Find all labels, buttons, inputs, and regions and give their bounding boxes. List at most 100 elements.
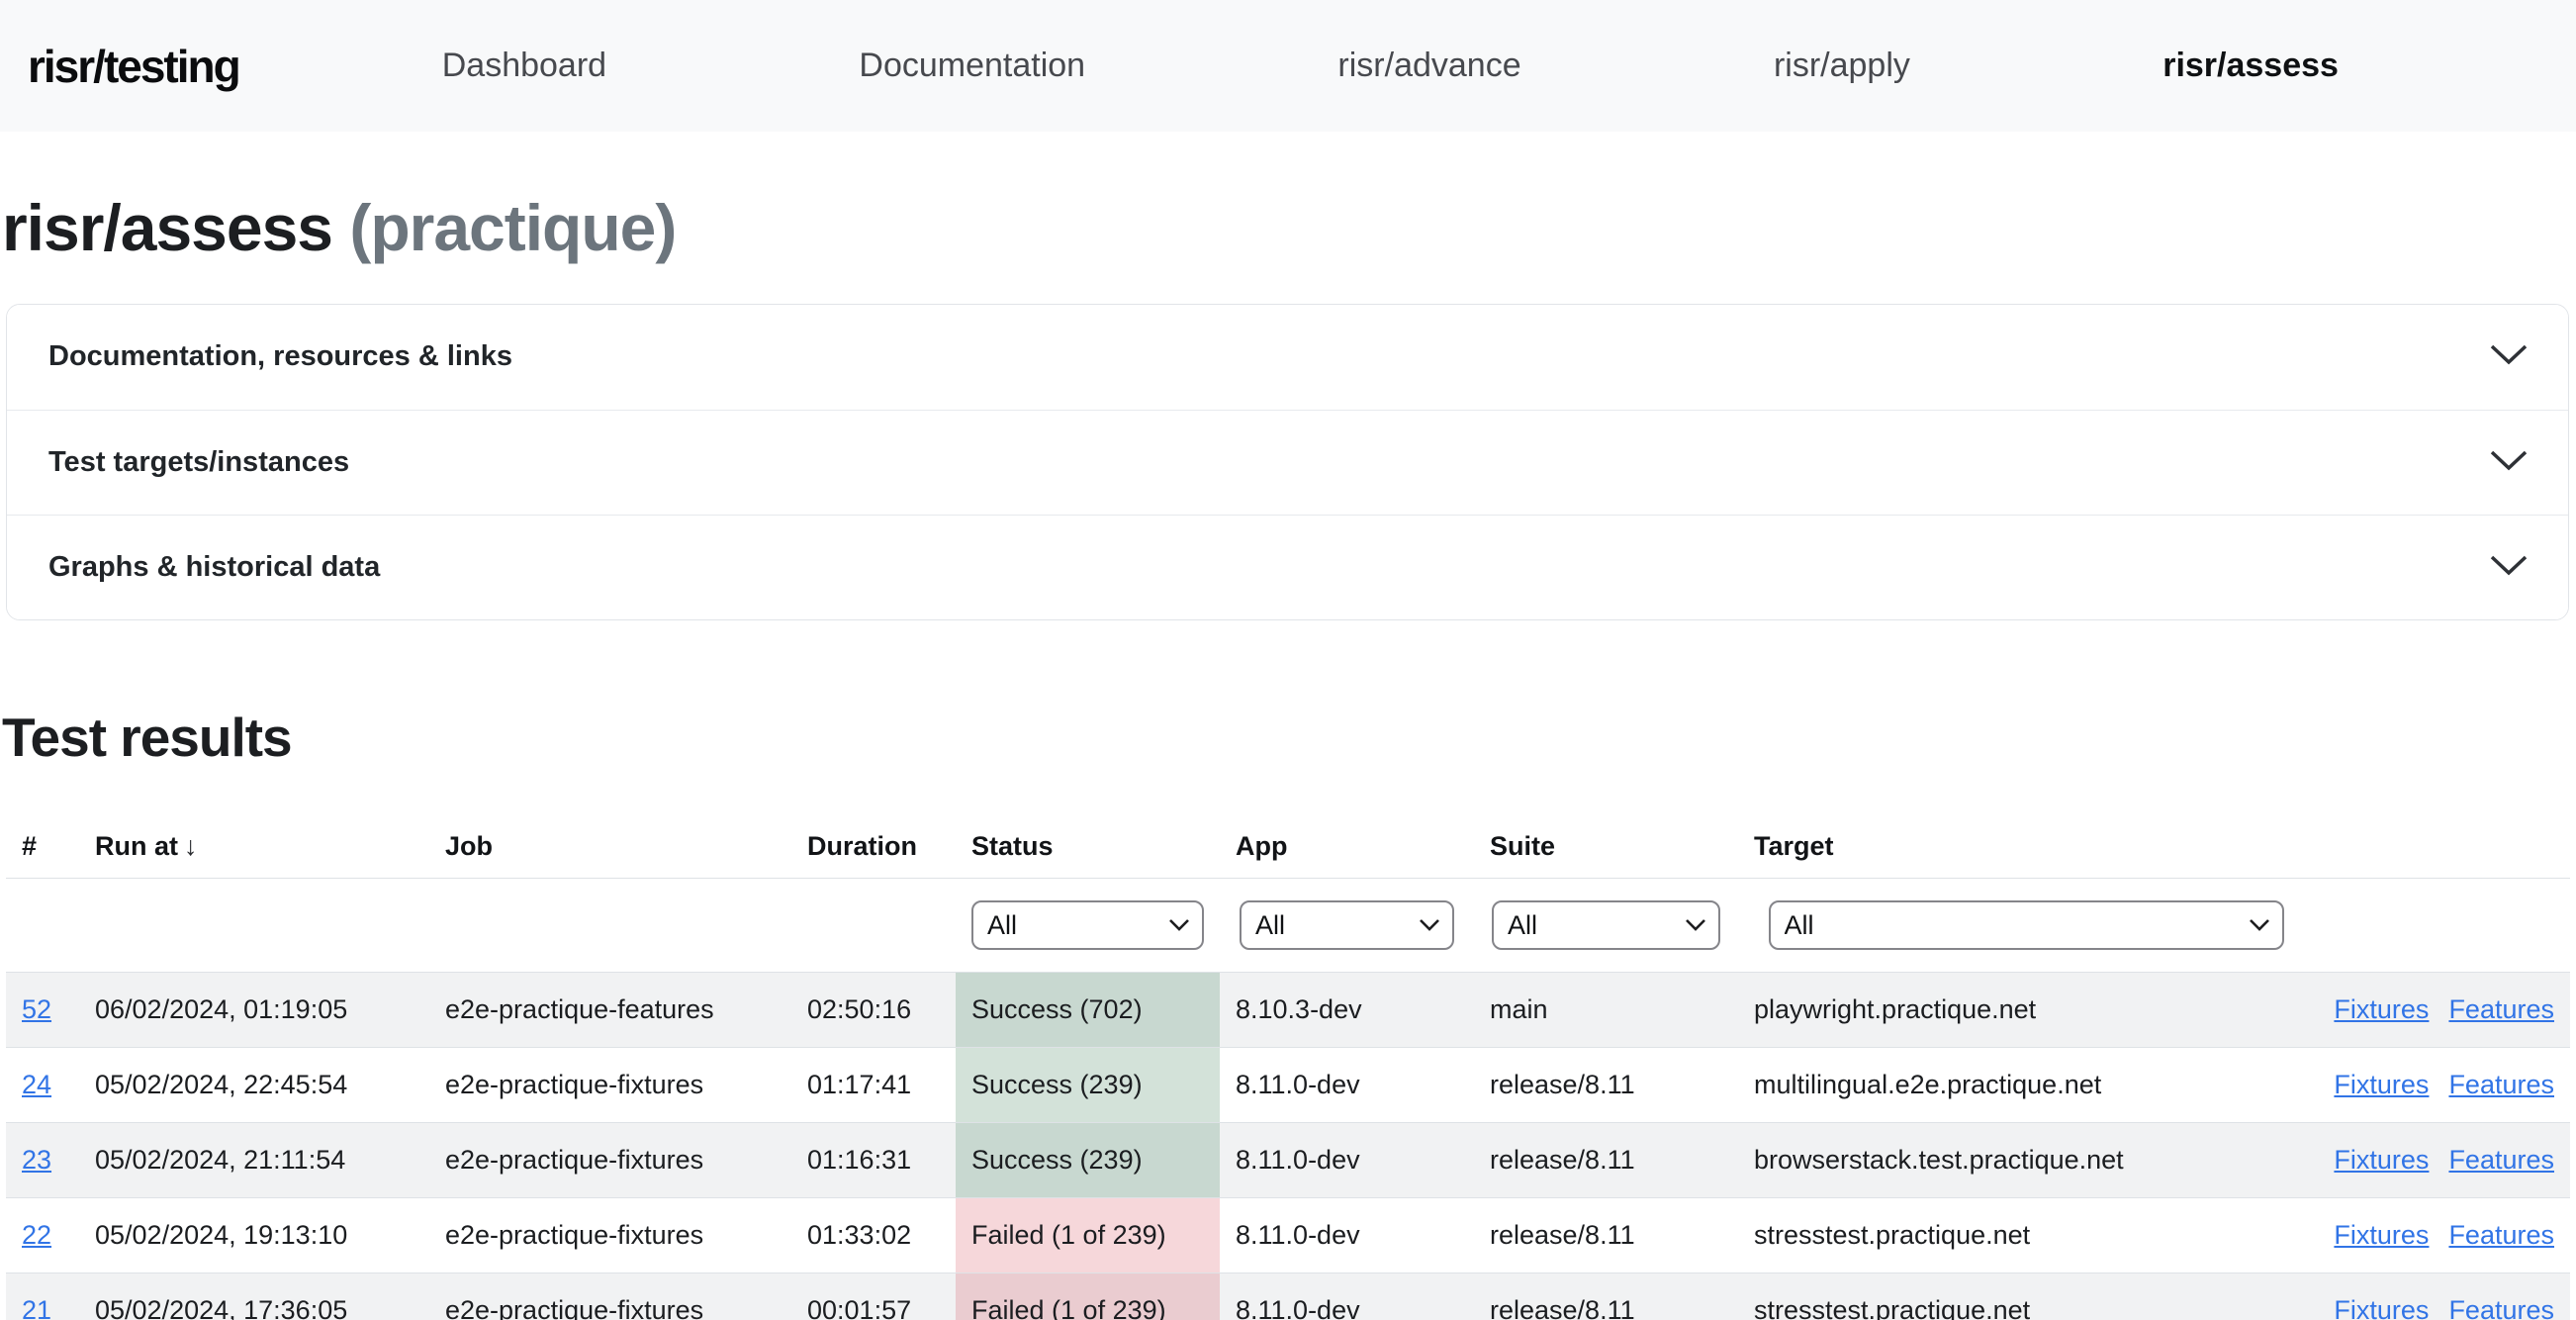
status-badge: Failed (1 of 239) xyxy=(956,1197,1220,1273)
job-cell: e2e-practique-features xyxy=(429,972,791,1047)
run-at-cell: 05/02/2024, 21:11:54 xyxy=(79,1122,429,1197)
table-row: 24 05/02/2024, 22:45:54 e2e-practique-fi… xyxy=(6,1047,2570,1122)
fixtures-link[interactable]: Fixtures xyxy=(2334,1070,2429,1099)
job-cell: e2e-practique-fixtures xyxy=(429,1273,791,1320)
features-link[interactable]: Features xyxy=(2448,1295,2554,1320)
accordion-item-documentation-resources-links[interactable]: Documentation, resources & links xyxy=(7,305,2568,410)
table-header-row: # Run at↓ Job Duration Status App Suite … xyxy=(6,770,2570,879)
run-at-cell: 05/02/2024, 22:45:54 xyxy=(79,1047,429,1122)
suite-cell: release/8.11 xyxy=(1474,1047,1738,1122)
suite-filter-select[interactable]: All xyxy=(1492,900,1720,950)
row-links: Fixtures Features xyxy=(2314,1273,2570,1320)
fixtures-link[interactable]: Fixtures xyxy=(2334,1220,2429,1250)
features-link[interactable]: Features xyxy=(2448,1220,2554,1250)
app-cell: 8.11.0-dev xyxy=(1220,1047,1474,1122)
status-badge: Success (239) xyxy=(956,1047,1220,1122)
accordion-item-test-targets-instances[interactable]: Test targets/instances xyxy=(7,410,2568,515)
status-badge: Success (702) xyxy=(956,972,1220,1047)
target-cell: playwright.practique.net xyxy=(1738,972,2314,1047)
chevron-down-icon xyxy=(2489,342,2529,371)
run-number-link[interactable]: 23 xyxy=(22,1145,51,1175)
col-header-job[interactable]: Job xyxy=(429,770,791,879)
results-table: # Run at↓ Job Duration Status App Suite … xyxy=(6,770,2570,1320)
nav-item-risr-assess[interactable]: risr/assess xyxy=(2162,47,2339,85)
target-filter-select[interactable]: All xyxy=(1769,900,2284,950)
col-header-run-at[interactable]: Run at↓ xyxy=(79,770,429,879)
app-cell: 8.11.0-dev xyxy=(1220,1197,1474,1273)
suite-cell: release/8.11 xyxy=(1474,1273,1738,1320)
row-links: Fixtures Features xyxy=(2314,1197,2570,1273)
app-cell: 8.11.0-dev xyxy=(1220,1122,1474,1197)
accordion-item-graphs-historical-data[interactable]: Graphs & historical data xyxy=(7,515,2568,619)
status-badge: Failed (1 of 239) xyxy=(956,1273,1220,1320)
col-header-links xyxy=(2314,770,2570,879)
duration-cell: 01:17:41 xyxy=(791,1047,956,1122)
chevron-down-icon xyxy=(2489,448,2529,477)
target-cell: multilingual.e2e.practique.net xyxy=(1738,1047,2314,1122)
page-title-subtitle: (practique) xyxy=(349,191,676,264)
app-cell: 8.10.3-dev xyxy=(1220,972,1474,1047)
status-badge: Success (239) xyxy=(956,1122,1220,1197)
navbar-brand[interactable]: risr/testing xyxy=(28,40,239,93)
job-cell: e2e-practique-fixtures xyxy=(429,1122,791,1197)
run-number-link[interactable]: 21 xyxy=(22,1295,51,1320)
row-links: Fixtures Features xyxy=(2314,1122,2570,1197)
run-at-cell: 05/02/2024, 19:13:10 xyxy=(79,1197,429,1273)
navbar: risr/testing Dashboard Documentation ris… xyxy=(0,0,2576,132)
col-header-status[interactable]: Status xyxy=(956,770,1220,879)
features-link[interactable]: Features xyxy=(2448,994,2554,1024)
col-header-target[interactable]: Target xyxy=(1738,770,2314,879)
nav-item-dashboard[interactable]: Dashboard xyxy=(442,47,606,85)
fixtures-link[interactable]: Fixtures xyxy=(2334,1295,2429,1320)
row-links: Fixtures Features xyxy=(2314,1047,2570,1122)
app-cell: 8.11.0-dev xyxy=(1220,1273,1474,1320)
col-header-app[interactable]: App xyxy=(1220,770,1474,879)
duration-cell: 01:33:02 xyxy=(791,1197,956,1273)
row-links: Fixtures Features xyxy=(2314,972,2570,1047)
page-title: risr/assess (practique) xyxy=(2,187,2576,269)
accordion: Documentation, resources & links Test ta… xyxy=(6,304,2569,620)
fixtures-link[interactable]: Fixtures xyxy=(2334,1145,2429,1175)
col-header-suite[interactable]: Suite xyxy=(1474,770,1738,879)
run-number-link[interactable]: 24 xyxy=(22,1070,51,1099)
col-header-duration[interactable]: Duration xyxy=(791,770,956,879)
col-header-num: # xyxy=(6,770,79,879)
chevron-down-icon xyxy=(2489,553,2529,582)
status-filter-select[interactable]: All xyxy=(971,900,1204,950)
col-header-run-at-label: Run at xyxy=(95,831,178,861)
target-cell: stresstest.practique.net xyxy=(1738,1273,2314,1320)
accordion-item-label: Documentation, resources & links xyxy=(48,340,2489,373)
job-cell: e2e-practique-fixtures xyxy=(429,1047,791,1122)
duration-cell: 02:50:16 xyxy=(791,972,956,1047)
table-row: 52 06/02/2024, 01:19:05 e2e-practique-fe… xyxy=(6,972,2570,1047)
run-number-link[interactable]: 52 xyxy=(22,994,51,1024)
nav-item-risr-apply[interactable]: risr/apply xyxy=(1774,47,1910,85)
run-at-cell: 05/02/2024, 17:36:05 xyxy=(79,1273,429,1320)
main-content: risr/assess (practique) Documentation, r… xyxy=(0,187,2576,1320)
table-row: 23 05/02/2024, 21:11:54 e2e-practique-fi… xyxy=(6,1122,2570,1197)
table-row: 21 05/02/2024, 17:36:05 e2e-practique-fi… xyxy=(6,1273,2570,1320)
suite-cell: release/8.11 xyxy=(1474,1122,1738,1197)
nav-item-risr-advance[interactable]: risr/advance xyxy=(1337,47,1520,85)
table-filter-row: All All All xyxy=(6,878,2570,972)
duration-cell: 00:01:57 xyxy=(791,1273,956,1320)
sort-descending-icon: ↓ xyxy=(184,831,198,861)
job-cell: e2e-practique-fixtures xyxy=(429,1197,791,1273)
features-link[interactable]: Features xyxy=(2448,1070,2554,1099)
run-at-cell: 06/02/2024, 01:19:05 xyxy=(79,972,429,1047)
fixtures-link[interactable]: Fixtures xyxy=(2334,994,2429,1024)
nav-item-documentation[interactable]: Documentation xyxy=(859,47,1085,85)
accordion-item-label: Test targets/instances xyxy=(48,446,2489,479)
features-link[interactable]: Features xyxy=(2448,1145,2554,1175)
accordion-item-label: Graphs & historical data xyxy=(48,551,2489,584)
target-cell: browserstack.test.practique.net xyxy=(1738,1122,2314,1197)
navbar-items: Dashboard Documentation risr/advance ris… xyxy=(442,47,2339,85)
duration-cell: 01:16:31 xyxy=(791,1122,956,1197)
page-title-app: risr/assess xyxy=(2,191,332,264)
target-cell: stresstest.practique.net xyxy=(1738,1197,2314,1273)
suite-cell: release/8.11 xyxy=(1474,1197,1738,1273)
app-filter-select[interactable]: All xyxy=(1240,900,1454,950)
run-number-link[interactable]: 22 xyxy=(22,1220,51,1250)
suite-cell: main xyxy=(1474,972,1738,1047)
table-row: 22 05/02/2024, 19:13:10 e2e-practique-fi… xyxy=(6,1197,2570,1273)
